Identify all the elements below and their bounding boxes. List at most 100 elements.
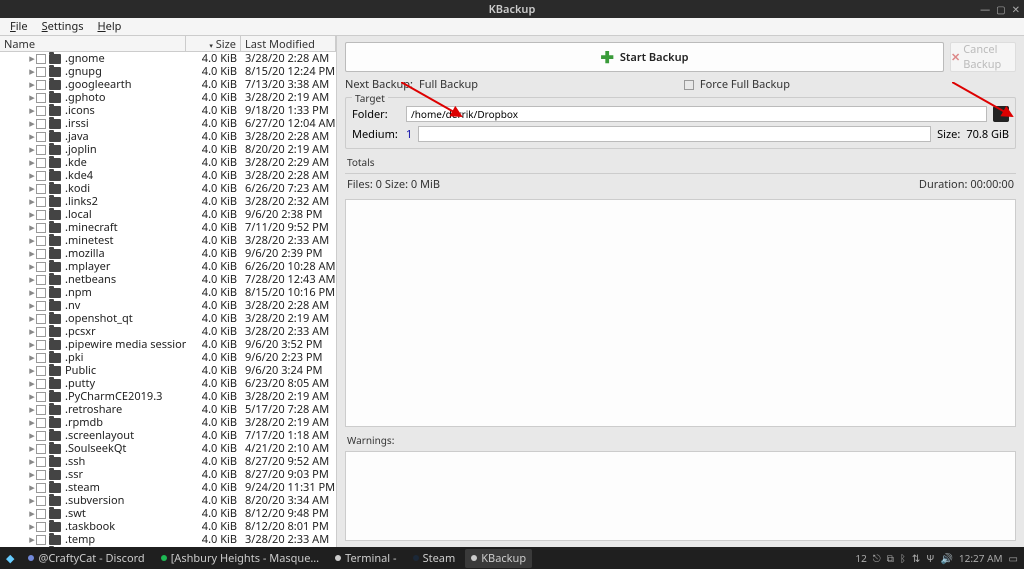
include-checkbox[interactable] <box>36 158 46 168</box>
log-area <box>345 199 1016 427</box>
include-checkbox[interactable] <box>36 522 46 532</box>
folder-input[interactable] <box>406 106 987 122</box>
include-checkbox[interactable] <box>36 106 46 116</box>
menubar: File Settings Help <box>0 18 1024 36</box>
force-full-label: Force Full Backup <box>700 77 790 92</box>
folder-icon <box>49 158 61 168</box>
folder-icon <box>49 457 61 467</box>
include-checkbox[interactable] <box>36 80 46 90</box>
include-checkbox[interactable] <box>36 483 46 493</box>
include-checkbox[interactable] <box>36 275 46 285</box>
tree-header: Name ▾ Size Last Modified <box>0 36 336 52</box>
include-checkbox[interactable] <box>36 379 46 389</box>
include-checkbox[interactable] <box>36 184 46 194</box>
tray-dropbox-icon[interactable]: ⧉ <box>887 551 894 565</box>
include-checkbox[interactable] <box>36 444 46 454</box>
include-checkbox[interactable] <box>36 535 46 545</box>
file-tree-pane: Name ▾ Size Last Modified ▸.gnome4.0 KiB… <box>0 36 337 547</box>
app-icon <box>335 555 341 561</box>
minimize-button[interactable]: — <box>980 2 990 16</box>
close-button[interactable]: ✕ <box>1012 2 1020 16</box>
include-checkbox[interactable] <box>36 470 46 480</box>
maximize-button[interactable]: ▢ <box>996 2 1005 16</box>
tray-show-desktop-icon[interactable]: ▭ <box>1009 551 1018 565</box>
folder-icon <box>49 340 61 350</box>
include-checkbox[interactable] <box>36 392 46 402</box>
include-checkbox[interactable] <box>36 405 46 415</box>
include-checkbox[interactable] <box>36 54 46 64</box>
taskbar-item[interactable]: @CraftyCat - Discord <box>22 549 150 568</box>
folder-icon <box>49 184 61 194</box>
cancel-icon: ✕ <box>951 50 960 65</box>
tray-usb-icon[interactable]: Ψ <box>926 551 934 565</box>
include-checkbox[interactable] <box>36 509 46 519</box>
col-modified[interactable]: Last Modified <box>241 36 336 51</box>
folder-icon <box>49 522 61 532</box>
taskbar-item[interactable]: Steam <box>407 549 462 568</box>
folder-icon <box>49 314 61 324</box>
tray-steam-icon[interactable]: ⎋ <box>873 551 881 565</box>
include-checkbox[interactable] <box>36 119 46 129</box>
tree-body[interactable]: ▸.gnome4.0 KiB3/28/20 2:28 AM▸.gnupg4.0 … <box>0 52 336 547</box>
include-checkbox[interactable] <box>36 327 46 337</box>
folder-icon <box>49 353 61 363</box>
tray-volume-icon[interactable]: 🔊 <box>940 551 952 565</box>
cancel-backup-label: Cancel Backup <box>963 42 1015 72</box>
tray-bluetooth-icon[interactable]: ᛒ <box>900 551 906 565</box>
folder-icon <box>49 119 61 129</box>
col-name[interactable]: Name <box>0 36 186 51</box>
include-checkbox[interactable] <box>36 249 46 259</box>
folder-browse-button[interactable] <box>993 106 1009 122</box>
folder-icon <box>49 236 61 246</box>
include-checkbox[interactable] <box>36 314 46 324</box>
folder-icon <box>49 405 61 415</box>
menu-file[interactable]: File <box>4 18 34 35</box>
start-backup-label: Start Backup <box>620 50 689 65</box>
start-backup-button[interactable]: ✚ Start Backup <box>345 42 944 72</box>
menu-settings[interactable]: Settings <box>36 18 90 35</box>
taskbar-item[interactable]: KBackup <box>465 549 532 568</box>
taskbar-item-label: @CraftyCat - Discord <box>38 551 144 566</box>
include-checkbox[interactable] <box>36 223 46 233</box>
system-tray: 12 ⎋ ⧉ ᛒ ⇅ Ψ 🔊 12:27 AM ▭ <box>855 551 1018 565</box>
include-checkbox[interactable] <box>36 288 46 298</box>
include-checkbox[interactable] <box>36 236 46 246</box>
app-icon <box>28 555 34 561</box>
include-checkbox[interactable] <box>36 418 46 428</box>
medium-input[interactable] <box>418 126 931 142</box>
tray-network-icon[interactable]: ⇅ <box>912 551 920 565</box>
include-checkbox[interactable] <box>36 457 46 467</box>
folder-icon <box>49 132 61 142</box>
include-checkbox[interactable] <box>36 197 46 207</box>
taskbar-item-label: KBackup <box>481 551 526 566</box>
folder-icon <box>49 496 61 506</box>
totals-legend: Totals <box>345 153 1016 169</box>
window-title: KBackup <box>0 2 1024 17</box>
include-checkbox[interactable] <box>36 145 46 155</box>
include-checkbox[interactable] <box>36 262 46 272</box>
taskbar-item[interactable]: Terminal - <box>329 549 402 568</box>
include-checkbox[interactable] <box>36 171 46 181</box>
include-checkbox[interactable] <box>36 67 46 77</box>
include-checkbox[interactable] <box>36 132 46 142</box>
tray-clock[interactable]: 12:27 AM <box>959 551 1003 565</box>
include-checkbox[interactable] <box>36 353 46 363</box>
include-checkbox[interactable] <box>36 93 46 103</box>
folder-icon <box>49 106 61 116</box>
include-checkbox[interactable] <box>36 340 46 350</box>
duration: Duration: 00:00:00 <box>919 177 1014 192</box>
app-icon <box>161 555 167 561</box>
col-size[interactable]: ▾ Size <box>186 36 241 51</box>
include-checkbox[interactable] <box>36 210 46 220</box>
taskbar-item[interactable]: [Ashbury Heights - Masque… <box>155 549 325 568</box>
force-full-checkbox[interactable] <box>684 80 694 90</box>
include-checkbox[interactable] <box>36 301 46 311</box>
include-checkbox[interactable] <box>36 431 46 441</box>
menu-help[interactable]: Help <box>91 18 127 35</box>
warnings-area <box>345 451 1016 541</box>
app-launcher-icon[interactable]: ◆ <box>6 551 14 566</box>
include-checkbox[interactable] <box>36 496 46 506</box>
include-checkbox[interactable] <box>36 366 46 376</box>
folder-icon <box>49 145 61 155</box>
folder-icon <box>49 67 61 77</box>
